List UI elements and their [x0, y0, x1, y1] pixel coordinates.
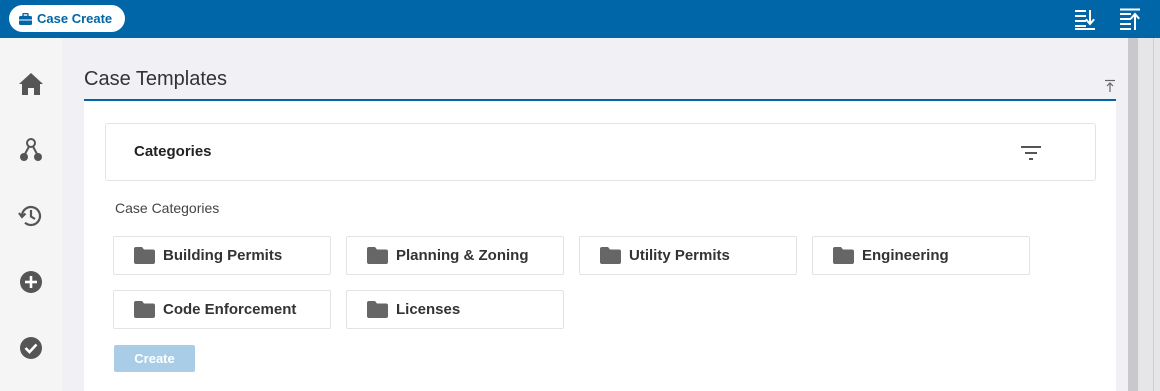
check-circle-icon[interactable]: [17, 334, 45, 362]
sort-descending-icon[interactable]: [1074, 8, 1096, 30]
folder-icon: [600, 247, 621, 264]
tile-label: Licenses: [396, 301, 461, 318]
home-icon[interactable]: [17, 70, 45, 98]
category-tile-building-permits[interactable]: Building Permits: [113, 236, 331, 275]
folder-icon: [134, 301, 155, 318]
categories-header: Categories: [134, 143, 212, 160]
add-circle-icon[interactable]: [17, 268, 45, 296]
scrollbar[interactable]: [1128, 38, 1160, 391]
category-tile-engineering[interactable]: Engineering: [812, 236, 1030, 275]
folder-icon: [367, 301, 388, 318]
folder-icon: [367, 247, 388, 264]
category-tile-licenses[interactable]: Licenses: [346, 290, 564, 329]
category-tile-utility-permits[interactable]: Utility Permits: [579, 236, 797, 275]
category-tile-code-enforcement[interactable]: Code Enforcement: [113, 290, 331, 329]
case-categories-label: Case Categories: [115, 200, 220, 216]
categories-panel: Categories: [105, 123, 1096, 181]
collapse-up-icon[interactable]: [1104, 79, 1116, 93]
folder-icon: [833, 247, 854, 264]
tile-label: Building Permits: [163, 247, 283, 264]
briefcase-icon: [19, 12, 32, 25]
case-create-button[interactable]: Case Create: [9, 5, 125, 32]
tile-label: Planning & Zoning: [396, 247, 529, 264]
page-title: Case Templates: [84, 68, 228, 90]
left-nav: [0, 38, 62, 391]
case-create-label: Case Create: [37, 11, 113, 26]
category-tile-planning-zoning[interactable]: Planning & Zoning: [346, 236, 564, 275]
history-icon[interactable]: [17, 202, 45, 230]
create-button[interactable]: Create: [114, 345, 195, 372]
scrollbar-edge: [1153, 38, 1154, 391]
tile-label: Utility Permits: [629, 247, 730, 264]
tile-label: Code Enforcement: [163, 301, 297, 318]
sort-ascending-icon[interactable]: [1119, 8, 1141, 30]
scrollbar-track[interactable]: [1128, 38, 1138, 391]
tile-label: Engineering: [862, 247, 949, 264]
workflow-icon[interactable]: [17, 136, 45, 164]
top-bar: Case Create: [0, 0, 1160, 38]
filter-icon[interactable]: [1019, 142, 1043, 164]
folder-icon: [134, 247, 155, 264]
